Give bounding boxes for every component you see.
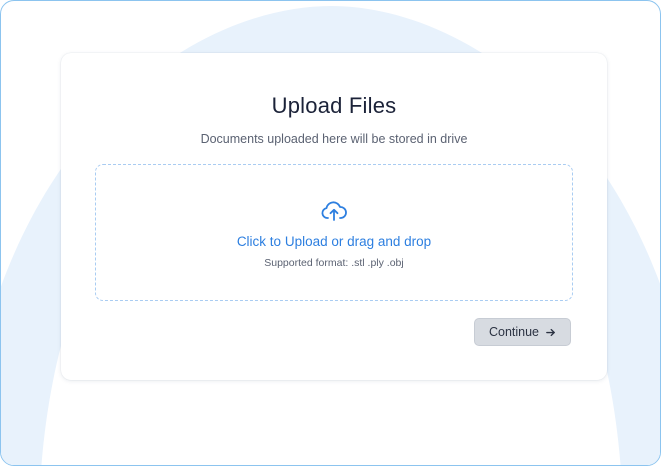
app-window: Upload Files Documents uploaded here wil… — [0, 0, 661, 466]
cloud-upload-icon — [321, 201, 347, 221]
arrow-right-icon — [546, 328, 555, 336]
continue-button[interactable]: Continue — [474, 318, 571, 346]
dropzone-label[interactable]: Click to Upload or drag and drop — [96, 234, 572, 249]
file-dropzone[interactable]: Click to Upload or drag and drop Support… — [95, 164, 573, 301]
upload-card: Upload Files Documents uploaded here wil… — [61, 53, 607, 380]
supported-formats: Supported format: .stl .ply .obj — [264, 257, 404, 269]
page-title: Upload Files — [271, 93, 397, 118]
continue-label: Continue — [488, 325, 540, 339]
page-subtitle: Documents uploaded here will be stored i… — [200, 132, 468, 146]
